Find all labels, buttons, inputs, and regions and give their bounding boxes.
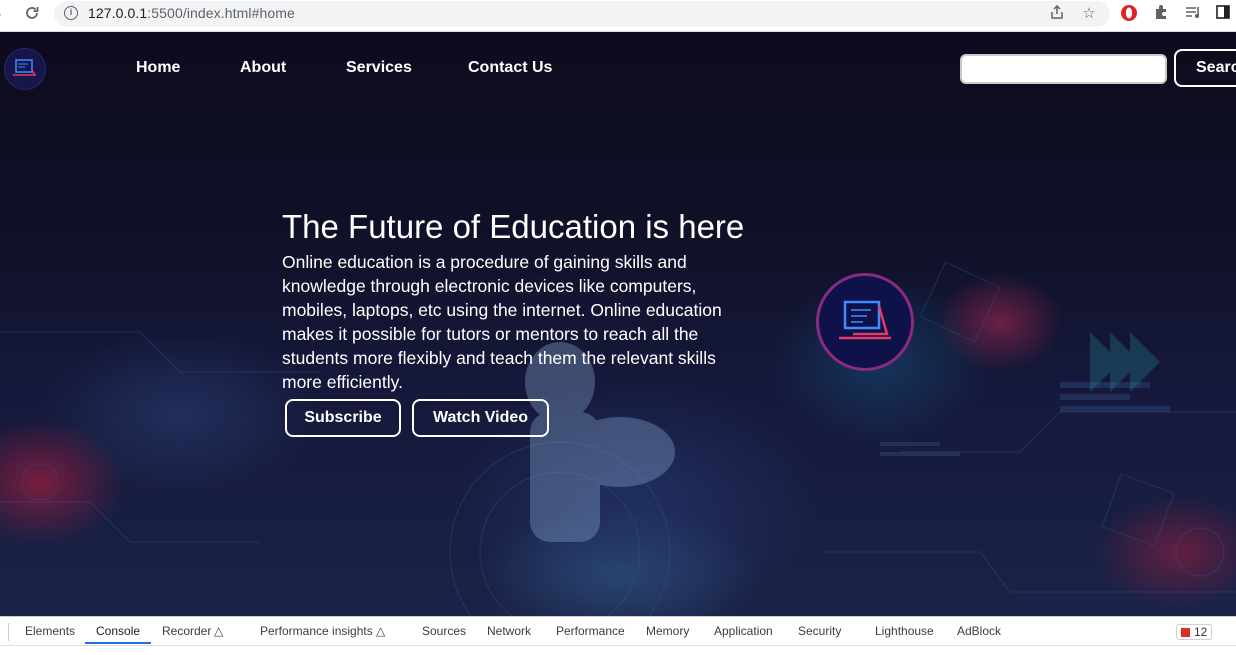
playlist-icon[interactable] bbox=[1183, 4, 1203, 24]
devtools-tab-adblock[interactable]: AdBlock bbox=[957, 624, 1001, 638]
devtools-tab-application[interactable]: Application bbox=[714, 624, 773, 638]
url-host: 127.0.0.1 bbox=[88, 5, 148, 21]
error-count-badge[interactable]: 12 bbox=[1176, 624, 1213, 640]
browser-toolbar: › i 127.0.0.1:5500/index.html#home ☆ bbox=[0, 0, 1236, 32]
info-icon[interactable]: i bbox=[64, 6, 78, 20]
hero-description: Online education is a procedure of gaini… bbox=[282, 252, 722, 392]
nav-contact-us[interactable]: Contact Us bbox=[468, 59, 552, 77]
watch-video-button[interactable]: Watch Video bbox=[412, 399, 549, 437]
hero-section: Home About Services Contact Us Search Th… bbox=[0, 32, 1236, 616]
opera-icon[interactable] bbox=[1119, 4, 1139, 24]
active-tab-indicator bbox=[85, 642, 151, 644]
search-button[interactable]: Search bbox=[1174, 49, 1236, 87]
devtools-tab-security[interactable]: Security bbox=[798, 624, 841, 638]
subscribe-button[interactable]: Subscribe bbox=[285, 399, 401, 437]
site-logo[interactable] bbox=[4, 48, 46, 90]
extensions-icon[interactable] bbox=[1151, 4, 1171, 24]
devtools-tab-memory[interactable]: Memory bbox=[646, 624, 689, 638]
laptop-icon bbox=[839, 300, 891, 340]
devtools-tab-performance-insights[interactable]: Performance insights bbox=[260, 624, 373, 638]
laptop-icon bbox=[13, 59, 37, 76]
devtools-tab-console[interactable]: Console bbox=[96, 624, 140, 638]
reload-icon[interactable] bbox=[22, 5, 42, 25]
devtools-tab-lighthouse[interactable]: Lighthouse bbox=[875, 624, 934, 638]
flask-icon: △ bbox=[214, 624, 224, 638]
url-text[interactable]: 127.0.0.1:5500/index.html#home bbox=[88, 5, 295, 21]
flask-icon: △ bbox=[376, 624, 386, 638]
search-input[interactable] bbox=[960, 54, 1167, 84]
nav-home[interactable]: Home bbox=[136, 59, 180, 77]
share-icon[interactable] bbox=[1047, 4, 1067, 24]
star-icon[interactable]: ☆ bbox=[1079, 4, 1099, 24]
devtools-tab-sources[interactable]: Sources bbox=[422, 624, 466, 638]
devtools-panel: Elements Console Recorder △ Performance … bbox=[0, 616, 1236, 654]
error-count: 12 bbox=[1194, 625, 1208, 639]
devtools-tab-recorder[interactable]: Recorder bbox=[162, 624, 211, 638]
hero-logo-badge bbox=[816, 273, 914, 371]
devtools-tab-network[interactable]: Network bbox=[487, 624, 531, 638]
devtools-tab-elements[interactable]: Elements bbox=[25, 624, 75, 638]
nav-services[interactable]: Services bbox=[346, 59, 412, 77]
hero-title: The Future of Education is here bbox=[282, 208, 745, 245]
forward-icon[interactable]: › bbox=[0, 6, 10, 24]
error-icon bbox=[1181, 628, 1190, 637]
sidepanel-icon[interactable] bbox=[1213, 4, 1233, 24]
devtools-tab-performance[interactable]: Performance bbox=[556, 624, 625, 638]
url-path: :5500/index.html#home bbox=[147, 5, 295, 21]
nav-about[interactable]: About bbox=[240, 59, 286, 77]
devtools-separator bbox=[8, 623, 9, 641]
